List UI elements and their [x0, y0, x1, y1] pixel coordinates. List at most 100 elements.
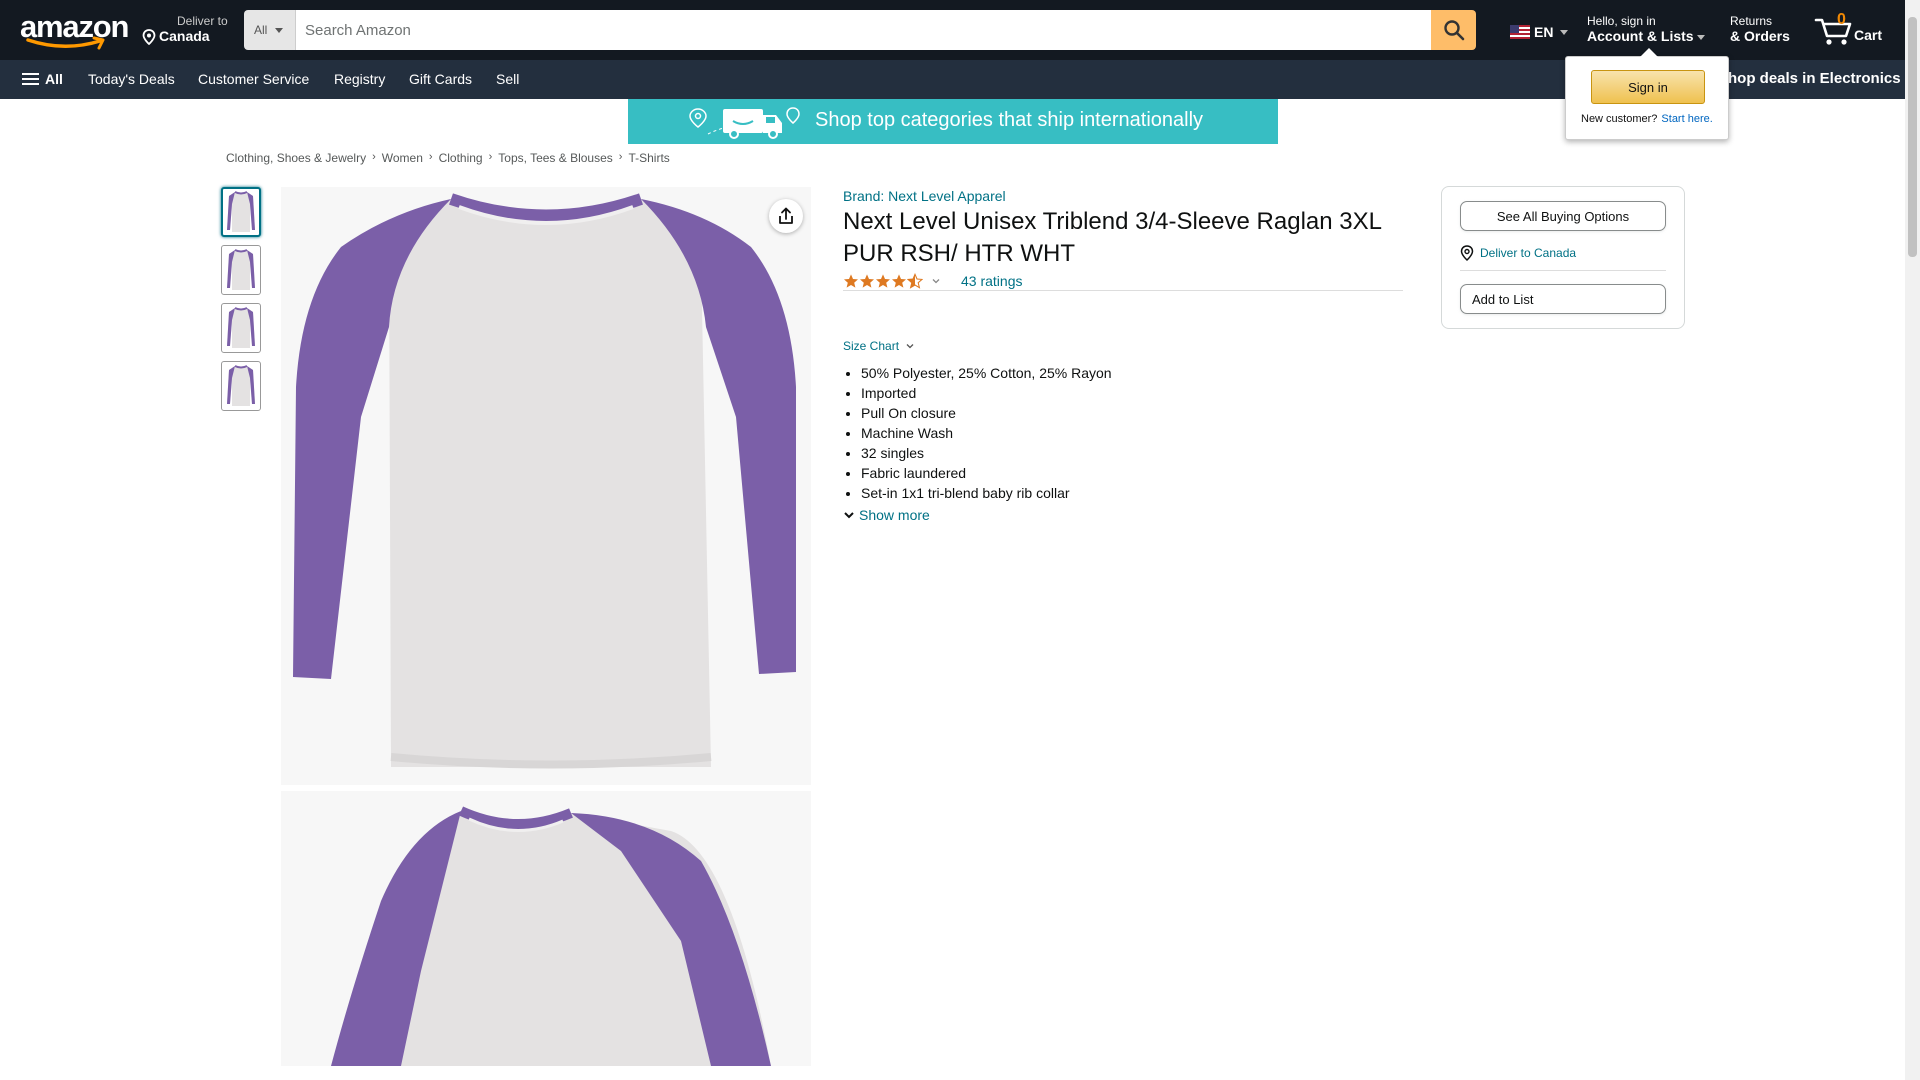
tshirt-thumbnail-image [227, 191, 255, 232]
scrollbar-thumb[interactable] [1908, 17, 1917, 257]
new-customer-label: New customer? [1581, 113, 1658, 125]
divider [1460, 270, 1666, 271]
feature-bullet: Set-in 1x1 tri-blend baby rib collar [861, 483, 1363, 503]
chevron-right-icon: › [372, 151, 376, 163]
page-scrollbar[interactable] [1905, 0, 1920, 1080]
deliver-line2-row: Canada [142, 28, 228, 45]
chevron-right-icon: › [488, 151, 493, 163]
search-category-dropdown[interactable]: All [244, 10, 296, 50]
nav-sell[interactable]: Sell [496, 71, 519, 88]
size-chart-label: Size Chart [843, 339, 900, 353]
star-icon [844, 273, 858, 288]
thumbnail-3[interactable] [221, 303, 261, 353]
show-more-link[interactable]: Show more [843, 507, 930, 523]
tshirt-thumbnail-image [227, 249, 255, 290]
breadcrumb-item[interactable]: T-Shirts [628, 151, 669, 165]
main-product-image[interactable] [281, 187, 811, 785]
chevron-down-icon[interactable] [931, 276, 941, 286]
returns-label: Returns [1730, 14, 1773, 28]
all-menu-button[interactable]: All [22, 70, 63, 88]
search-bar: All [244, 10, 1476, 50]
secondary-product-image[interactable] [281, 791, 811, 1066]
thumbnail-1[interactable] [221, 187, 261, 237]
promo-electronics-link[interactable]: Shop deals in Electronics [1718, 70, 1901, 87]
search-button[interactable] [1431, 10, 1476, 50]
product-title: Next Level Unisex Triblend 3/4-Sleeve Ra… [843, 208, 1382, 267]
breadcrumb-item[interactable]: Tops, Tees & Blouses [498, 151, 613, 165]
star-rating[interactable] [843, 272, 923, 289]
deliver-to-link[interactable]: Deliver to Canada [1460, 245, 1576, 261]
orders-label: & Orders [1730, 28, 1790, 44]
buy-box: See All Buying Options Deliver to Canada… [1441, 186, 1685, 329]
brand-link[interactable]: Brand: Next Level Apparel [843, 188, 1006, 204]
chevron-down-icon [844, 512, 854, 519]
signin-flyout: Sign in New customer? Start here. [1565, 48, 1729, 140]
show-more-label: Show more [859, 507, 930, 523]
star-icon [876, 273, 890, 288]
star-icon [892, 273, 906, 288]
sign-in-button[interactable]: Sign in [1591, 70, 1705, 104]
banner-text: Shop top categories that ship internatio… [815, 109, 1204, 131]
location-pin-icon [1460, 245, 1474, 261]
see-all-buying-options-button[interactable]: See All Buying Options [1460, 201, 1666, 231]
star-icon [860, 273, 874, 288]
thumbnail-4[interactable] [221, 361, 261, 411]
smile-arrow-icon [26, 36, 105, 50]
breadcrumb-item[interactable]: Clothing [439, 151, 483, 165]
feature-bullet: Imported [861, 383, 1363, 403]
search-category-label: All [254, 23, 268, 37]
chevron-right-icon: › [428, 151, 433, 163]
add-to-list-button[interactable]: Add to List [1460, 284, 1666, 314]
new-customer-text: New customer? Start here. [1581, 113, 1713, 125]
language-label: EN [1534, 24, 1554, 40]
top-navbar: amazon Deliver to Canada All Search Amaz… [0, 0, 1905, 60]
returns-orders[interactable]: Returns & Orders [1730, 14, 1790, 45]
half-star-icon [907, 272, 923, 289]
caret-down-icon [1696, 34, 1705, 40]
nav-gift-cards[interactable]: Gift Cards [409, 71, 472, 88]
account-line2-row: Account & Lists [1587, 28, 1705, 45]
breadcrumb-item[interactable]: Clothing, Shoes & Jewelry [226, 151, 366, 165]
account-lists[interactable]: Hello, sign in Account & Lists [1587, 14, 1705, 45]
amazon-logo[interactable]: amazon [20, 11, 129, 50]
all-menu-label: All [45, 70, 63, 87]
deliver-to-label: Deliver to Canada [1480, 246, 1577, 260]
deliver-to[interactable]: Deliver to Canada [142, 14, 228, 45]
breadcrumb: Clothing, Shoes & Jewelry › Women › Clot… [226, 151, 670, 165]
chevron-right-icon: › [618, 151, 623, 163]
cart-label: Cart [1854, 27, 1883, 43]
thumbnail-2[interactable] [221, 245, 261, 295]
tshirt-thumbnail-image [227, 307, 255, 348]
nav-registry[interactable]: Registry [334, 71, 385, 88]
language-selector[interactable]: EN [1510, 24, 1569, 40]
breadcrumb-item[interactable]: Women [382, 151, 423, 165]
ratings-count-link[interactable]: 43 ratings [961, 273, 1022, 289]
size-chart-link[interactable]: Size Chart [843, 339, 915, 353]
account-greeting: Hello, sign in [1587, 14, 1656, 28]
feature-bullet: 32 singles [861, 443, 1363, 463]
hamburger-icon [22, 70, 39, 88]
caret-down-icon [1560, 29, 1569, 35]
tshirt-image [331, 806, 771, 1066]
cart-icon [1814, 18, 1852, 45]
caret-down-icon [275, 27, 284, 33]
share-icon [779, 207, 793, 224]
cart-count: 0 [1837, 11, 1846, 28]
rating-row: 43 ratings [843, 271, 1403, 291]
feature-bullets: 50% Polyester, 25% Cotton, 25% Rayon Imp… [843, 363, 1363, 503]
start-here-link[interactable]: Start here. [1661, 113, 1712, 125]
search-input[interactable] [296, 10, 1431, 50]
search-icon [1443, 20, 1464, 41]
nav-customer-service[interactable]: Customer Service [198, 71, 309, 88]
international-shipping-banner[interactable]: Shop top categories that ship internatio… [628, 99, 1278, 144]
deliver-country: Canada [159, 28, 210, 44]
delivery-truck-icon [689, 107, 800, 139]
share-button[interactable] [769, 199, 803, 233]
tshirt-image [293, 193, 796, 769]
chevron-down-icon [906, 344, 914, 349]
feature-bullet: 50% Polyester, 25% Cotton, 25% Rayon [861, 363, 1363, 383]
feature-bullet: Pull On closure [861, 403, 1363, 423]
us-flag-icon [1510, 25, 1530, 39]
nav-todays-deals[interactable]: Today's Deals [88, 71, 175, 88]
cart-button[interactable]: 0 Cart [1812, 10, 1882, 50]
